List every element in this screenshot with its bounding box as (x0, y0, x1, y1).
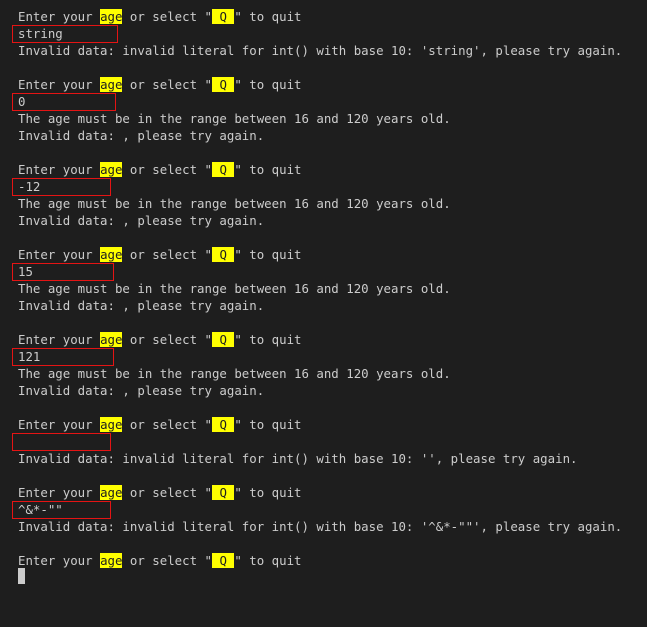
prompt-text: " to quit (234, 247, 302, 262)
highlight-q: Q (211, 332, 235, 347)
input-highlight-box (12, 93, 116, 111)
highlight-q: Q (211, 553, 235, 568)
prompt-text: Enter your (18, 553, 101, 568)
highlight-age: age (100, 77, 123, 92)
prompt-text: or select " (122, 247, 212, 262)
prompt-text: or select " (122, 417, 212, 432)
highlight-q: Q (211, 77, 235, 92)
output-message: Invalid data: , please try again. (18, 128, 265, 143)
prompt-text: or select " (122, 332, 212, 347)
user-input: 15 (18, 264, 33, 279)
highlight-age: age (100, 247, 123, 262)
prompt-text: " to quit (234, 485, 302, 500)
user-input: 121 (18, 349, 41, 364)
terminal-output[interactable]: Enter your age or select " Q " to quit st… (0, 0, 647, 627)
prompt-line: Enter your age or select " Q " to quit (18, 246, 302, 263)
prompt-text: Enter your (18, 485, 101, 500)
prompt-text: " to quit (234, 77, 302, 92)
text-cursor[interactable] (18, 568, 25, 584)
prompt-text: or select " (122, 162, 212, 177)
prompt-text: Enter your (18, 162, 101, 177)
input-highlight-box (12, 433, 111, 451)
output-message: Invalid data: , please try again. (18, 298, 265, 313)
prompt-text: " to quit (234, 332, 302, 347)
output-message: Invalid data: , please try again. (18, 213, 265, 228)
output-message: Invalid data: invalid literal for int() … (18, 451, 578, 466)
highlight-age: age (100, 417, 123, 432)
prompt-line: Enter your age or select " Q " to quit (18, 552, 302, 569)
prompt-line: Enter your age or select " Q " to quit (18, 484, 302, 501)
prompt-text: Enter your (18, 247, 101, 262)
prompt-text: " to quit (234, 162, 302, 177)
prompt-text: or select " (122, 9, 212, 24)
prompt-text: or select " (122, 77, 212, 92)
prompt-text: " to quit (234, 553, 302, 568)
prompt-line: Enter your age or select " Q " to quit (18, 161, 302, 178)
user-input: ^&*-"" (18, 502, 63, 517)
highlight-age: age (100, 553, 123, 568)
output-message: Invalid data: invalid literal for int() … (18, 519, 623, 534)
prompt-text: " to quit (234, 417, 302, 432)
user-input: -12 (18, 179, 41, 194)
highlight-age: age (100, 485, 123, 500)
prompt-line: Enter your age or select " Q " to quit (18, 331, 302, 348)
prompt-text: Enter your (18, 9, 101, 24)
prompt-text: or select " (122, 485, 212, 500)
prompt-text: Enter your (18, 77, 101, 92)
prompt-text: Enter your (18, 332, 101, 347)
output-message: Invalid data: invalid literal for int() … (18, 43, 623, 58)
output-message: The age must be in the range between 16 … (18, 366, 451, 381)
highlight-q: Q (211, 485, 235, 500)
highlight-q: Q (211, 162, 235, 177)
prompt-text: or select " (122, 553, 212, 568)
output-message: The age must be in the range between 16 … (18, 196, 451, 211)
prompt-line: Enter your age or select " Q " to quit (18, 416, 302, 433)
output-message: The age must be in the range between 16 … (18, 281, 451, 296)
user-input: 0 (18, 94, 26, 109)
output-message: The age must be in the range between 16 … (18, 111, 451, 126)
highlight-age: age (100, 332, 123, 347)
output-message: Invalid data: , please try again. (18, 383, 265, 398)
highlight-age: age (100, 9, 123, 24)
prompt-line: Enter your age or select " Q " to quit (18, 8, 302, 25)
prompt-text: " to quit (234, 9, 302, 24)
user-input: string (18, 26, 63, 41)
highlight-age: age (100, 162, 123, 177)
highlight-q: Q (211, 247, 235, 262)
highlight-q: Q (211, 417, 235, 432)
highlight-q: Q (211, 9, 235, 24)
prompt-line: Enter your age or select " Q " to quit (18, 76, 302, 93)
prompt-text: Enter your (18, 417, 101, 432)
